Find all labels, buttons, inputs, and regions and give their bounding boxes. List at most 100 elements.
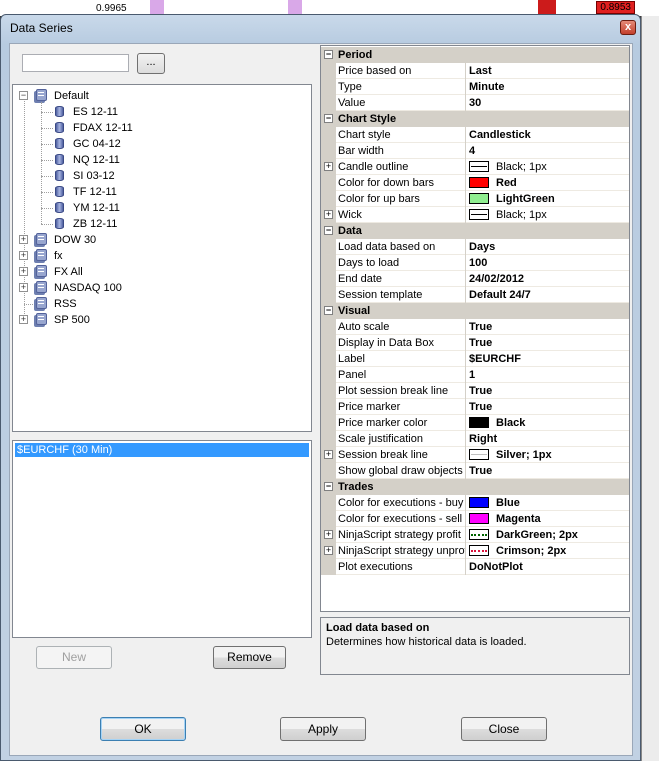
expand-icon[interactable]: + xyxy=(19,315,28,324)
expand-icon[interactable]: + xyxy=(324,210,333,219)
title-bar[interactable]: Data Series x xyxy=(1,15,640,41)
property-value[interactable]: Black; 1px xyxy=(469,207,629,223)
property-value[interactable]: Candlestick xyxy=(469,127,629,143)
category-trades[interactable]: − Trades xyxy=(321,479,629,495)
property-load-data-based-on[interactable]: Load data based on Days xyxy=(321,239,629,255)
property-display-in-data-box[interactable]: Display in Data Box True xyxy=(321,335,629,351)
collapse-icon[interactable]: − xyxy=(324,482,333,491)
tree-node-instrument[interactable]: YM 12-11 xyxy=(13,200,309,216)
property-value[interactable]: True xyxy=(469,319,629,335)
property-plot-executions[interactable]: Plot executions DoNotPlot xyxy=(321,559,629,575)
property-value[interactable]: DarkGreen; 2px xyxy=(469,527,629,543)
property-value[interactable]: True xyxy=(469,383,629,399)
property-value[interactable]: 30 xyxy=(469,95,629,111)
expand-icon[interactable]: + xyxy=(324,162,333,171)
tree-node-instrument[interactable]: ES 12-11 xyxy=(13,104,309,120)
property-color-for-executions-buy[interactable]: Color for executions - buy Blue xyxy=(321,495,629,511)
expand-icon[interactable]: + xyxy=(19,267,28,276)
expand-icon[interactable]: + xyxy=(19,251,28,260)
close-window-button[interactable]: x xyxy=(620,20,636,35)
property-price-based-on[interactable]: Price based on Last xyxy=(321,63,629,79)
property-value[interactable]: True xyxy=(469,335,629,351)
property-value[interactable]: Black; 1px xyxy=(469,159,629,175)
property-value[interactable]: LightGreen xyxy=(469,191,629,207)
collapse-icon[interactable]: − xyxy=(324,226,333,235)
property-type[interactable]: Type Minute xyxy=(321,79,629,95)
collapse-icon[interactable]: − xyxy=(19,91,28,100)
category-data[interactable]: − Data xyxy=(321,223,629,239)
property-value[interactable]: Blue xyxy=(469,495,629,511)
property-value[interactable]: True xyxy=(469,463,629,479)
collapse-icon[interactable]: − xyxy=(324,306,333,315)
property-color-for-executions-sell[interactable]: Color for executions - sell Magenta xyxy=(321,511,629,527)
property-value[interactable]: Red xyxy=(469,175,629,191)
property-value[interactable]: Last xyxy=(469,63,629,79)
property-show-global-draw-objects[interactable]: Show global draw objects True xyxy=(321,463,629,479)
browse-instrument-button[interactable]: ... xyxy=(137,53,165,74)
tree-node-instrument[interactable]: FDAX 12-11 xyxy=(13,120,309,136)
instrument-search-input[interactable] xyxy=(22,54,129,72)
property-value[interactable]: DoNotPlot xyxy=(469,559,629,575)
property-price-marker-color[interactable]: Price marker color Black xyxy=(321,415,629,431)
close-button[interactable]: Close xyxy=(461,717,547,741)
property-wick[interactable]: + Wick Black; 1px xyxy=(321,207,629,223)
property-value[interactable]: Days xyxy=(469,239,629,255)
tree-node[interactable]: + DOW 30 xyxy=(13,232,309,248)
property-panel[interactable]: Panel 1 xyxy=(321,367,629,383)
property-chart-style[interactable]: Chart style Candlestick xyxy=(321,127,629,143)
category-period[interactable]: − Period xyxy=(321,47,629,63)
property-value[interactable]: 1 xyxy=(469,367,629,383)
category-chart-style[interactable]: − Chart Style xyxy=(321,111,629,127)
property-value[interactable]: 4 xyxy=(469,143,629,159)
expand-icon[interactable]: + xyxy=(19,235,28,244)
property-auto-scale[interactable]: Auto scale True xyxy=(321,319,629,335)
property-days-to-load[interactable]: Days to load 100 xyxy=(321,255,629,271)
property-value[interactable]: Silver; 1px xyxy=(469,447,629,463)
instrument-tree[interactable]: − Default ES 12-11 FDAX 12-11 GC 04-12 NQ 12-… xyxy=(12,84,312,432)
category-visual[interactable]: − Visual xyxy=(321,303,629,319)
collapse-icon[interactable]: − xyxy=(324,50,333,59)
tree-node[interactable]: + NASDAQ 100 xyxy=(13,280,309,296)
property-ninjascript-strategy-unprofitable[interactable]: + NinjaScript strategy unprofitable Crimso… xyxy=(321,543,629,559)
expand-icon[interactable]: + xyxy=(324,546,333,555)
tree-node-instrument[interactable]: ZB 12-11 xyxy=(13,216,309,232)
property-value[interactable]: True xyxy=(469,399,629,415)
tree-node-instrument[interactable]: GC 04-12 xyxy=(13,136,309,152)
expand-icon[interactable]: + xyxy=(324,450,333,459)
property-label[interactable]: Label $EURCHF xyxy=(321,351,629,367)
tree-node[interactable]: + fx xyxy=(13,248,309,264)
collapse-icon[interactable]: − xyxy=(324,114,333,123)
property-value[interactable]: Default 24/7 xyxy=(469,287,629,303)
property-session-template[interactable]: Session template Default 24/7 xyxy=(321,287,629,303)
property-plot-session-break-line[interactable]: Plot session break line True xyxy=(321,383,629,399)
property-value[interactable]: Black xyxy=(469,415,629,431)
property-scale-justification[interactable]: Scale justification Right xyxy=(321,431,629,447)
property-end-date[interactable]: End date 24/02/2012 xyxy=(321,271,629,287)
property-value[interactable]: Minute xyxy=(469,79,629,95)
property-ninjascript-strategy-profit[interactable]: + NinjaScript strategy profit DarkGreen; 2… xyxy=(321,527,629,543)
remove-series-button[interactable]: Remove xyxy=(213,646,286,669)
property-value[interactable]: $EURCHF xyxy=(469,351,629,367)
property-candle-outline[interactable]: + Candle outline Black; 1px xyxy=(321,159,629,175)
expand-icon[interactable]: + xyxy=(324,530,333,539)
new-series-button[interactable]: New xyxy=(36,646,112,669)
property-value[interactable]: Right xyxy=(469,431,629,447)
property-value[interactable]: Crimson; 2px xyxy=(469,543,629,559)
property-color-for-down-bars[interactable]: Color for down bars Red xyxy=(321,175,629,191)
tree-node[interactable]: + SP 500 xyxy=(13,312,309,328)
tree-node-instrument[interactable]: TF 12-11 xyxy=(13,184,309,200)
property-price-marker[interactable]: Price marker True xyxy=(321,399,629,415)
property-value[interactable]: 100 xyxy=(469,255,629,271)
property-bar-width[interactable]: Bar width 4 xyxy=(321,143,629,159)
property-value[interactable]: 24/02/2012 xyxy=(469,271,629,287)
property-grid[interactable]: − Period Price based on Last Type Minute Value… xyxy=(320,45,630,612)
property-color-for-up-bars[interactable]: Color for up bars LightGreen xyxy=(321,191,629,207)
property-value[interactable]: Magenta xyxy=(469,511,629,527)
tree-node-instrument[interactable]: NQ 12-11 xyxy=(13,152,309,168)
series-list[interactable]: $EURCHF (30 Min) xyxy=(12,440,312,638)
tree-node[interactable]: − Default xyxy=(13,88,309,104)
expand-icon[interactable]: + xyxy=(19,283,28,292)
apply-button[interactable]: Apply xyxy=(280,717,366,741)
property-session-break-line[interactable]: + Session break line Silver; 1px xyxy=(321,447,629,463)
ok-button[interactable]: OK xyxy=(100,717,186,741)
